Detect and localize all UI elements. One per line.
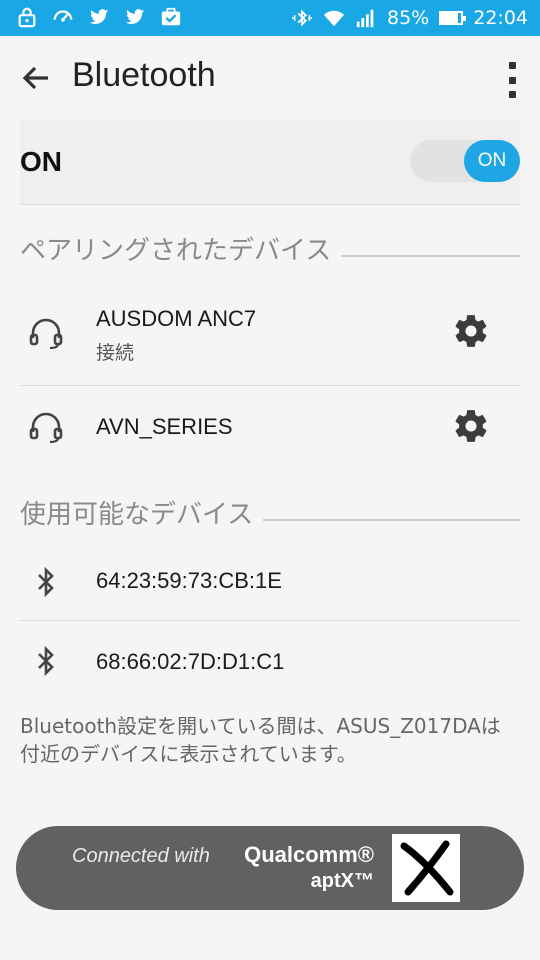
gear-icon[interactable]: [452, 407, 490, 445]
bluetooth-toggle[interactable]: ON: [410, 140, 520, 182]
speed-icon: [52, 6, 74, 28]
paired-device-row[interactable]: AVN_SERIES: [20, 386, 520, 468]
aptx-banner: Connected with Qualcomm® aptX™: [16, 826, 524, 910]
app-bar: Bluetooth: [0, 36, 540, 120]
notification-icons: [16, 6, 182, 28]
paired-device-row[interactable]: AUSDOM ANC7 接続: [20, 288, 520, 384]
wifi-icon: [323, 7, 345, 29]
available-device-row[interactable]: 68:66:02:7D:D1:C1: [20, 621, 520, 701]
battery-percent: 85%: [387, 7, 430, 29]
device-name: 64:23:59:73:CB:1E: [96, 568, 282, 593]
twitter-icon: [124, 6, 146, 28]
qualcomm-aptx-brand: Qualcomm® aptX™: [240, 842, 374, 893]
device-name: 68:66:02:7D:D1:C1: [96, 649, 285, 674]
bluetooth-master-switch[interactable]: ON ON: [20, 120, 520, 205]
twitter-icon: [88, 6, 110, 28]
gear-icon[interactable]: [452, 312, 490, 350]
clock: 22:04: [473, 7, 528, 29]
brand-line-1: Qualcomm®: [244, 842, 374, 867]
available-devices-header: 使用可能なデバイス: [20, 494, 520, 531]
status-bar: 85% 22:04: [0, 0, 540, 36]
brand-line-2: aptX™: [310, 870, 374, 892]
more-options-icon[interactable]: [502, 62, 522, 98]
device-status: 接続: [96, 342, 135, 364]
lock-icon: [16, 6, 38, 28]
bluetooth-vibrate-icon: [291, 7, 313, 29]
visibility-note: Bluetooth設定を開いている間は、ASUS_Z017DAは付近のデバイスに…: [20, 714, 501, 766]
signal-icon: [355, 7, 377, 29]
device-name: AVN_SERIES: [96, 414, 233, 439]
bluetooth-icon: [28, 643, 64, 679]
battery-fill: [441, 13, 459, 23]
connected-with-text: Connected with: [72, 845, 210, 867]
aptx-logo-icon: [392, 834, 460, 902]
paired-devices-header: ペアリングされたデバイス: [20, 230, 520, 267]
headset-icon: [28, 408, 64, 444]
back-arrow-icon[interactable]: [18, 60, 54, 96]
briefcase-check-icon: [160, 6, 182, 28]
section-divider: [263, 518, 520, 521]
toggle-knob: ON: [464, 140, 520, 182]
page-title: Bluetooth: [72, 56, 216, 94]
bluetooth-icon: [28, 564, 64, 600]
section-title: 使用可能なデバイス: [20, 500, 254, 530]
headset-icon: [28, 314, 64, 350]
device-name: AUSDOM ANC7: [96, 306, 257, 331]
section-divider: [341, 254, 520, 257]
switch-label: ON: [20, 146, 62, 177]
system-icons: 85% 22:04: [291, 0, 528, 36]
battery-icon: [439, 11, 467, 25]
available-device-row[interactable]: 64:23:59:73:CB:1E: [20, 542, 520, 620]
section-title: ペアリングされたデバイス: [20, 236, 332, 266]
